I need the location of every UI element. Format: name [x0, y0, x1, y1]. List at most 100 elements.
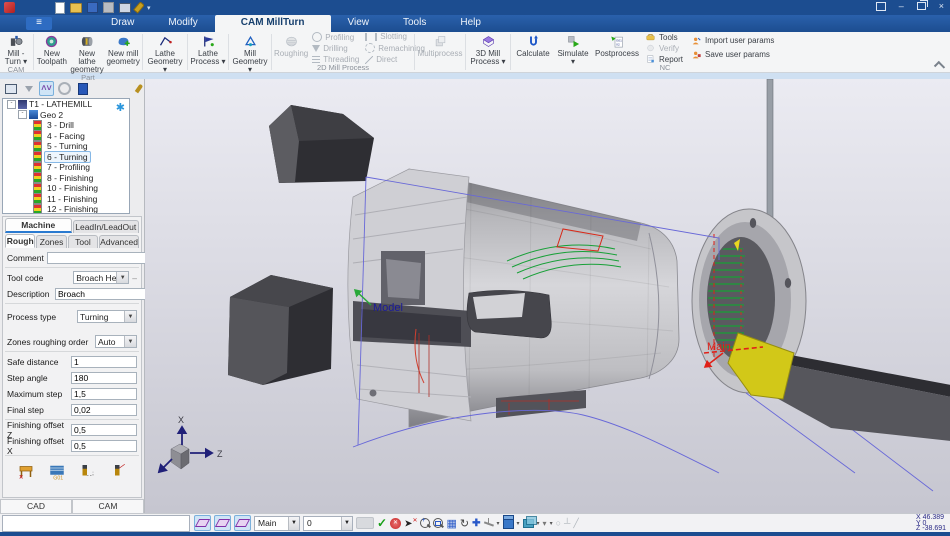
chevron-down-icon[interactable]: ▼: [288, 517, 299, 530]
roughing-button[interactable]: Roughing: [273, 32, 309, 64]
menu-tab-cam-millturn[interactable]: CAM MillTurn: [215, 15, 331, 32]
lathe-process-button[interactable]: Lathe Process ▾: [189, 32, 227, 66]
save-user-params-button[interactable]: Save user params: [691, 50, 774, 60]
shading-dropdown-icon[interactable]: ▾: [517, 520, 520, 527]
tab-zones[interactable]: Zones: [36, 235, 66, 248]
verify-button[interactable]: Verify: [645, 43, 683, 53]
zoom-in-icon[interactable]: [420, 518, 430, 528]
new-toolpath-button[interactable]: New Toolpath: [35, 32, 69, 74]
iso-view-dropdown-icon[interactable]: ▾: [497, 520, 500, 527]
pin-icon[interactable]: [133, 1, 145, 13]
tab-advanced[interactable]: Advanced: [99, 235, 139, 248]
cancel-stop-icon[interactable]: ✕: [390, 518, 401, 529]
show-toolpath-button[interactable]: ˄˅: [39, 81, 54, 96]
new-document-icon[interactable]: [55, 2, 65, 14]
process-type-combo[interactable]: Turning▼: [77, 310, 137, 323]
menu-tab-draw[interactable]: Draw: [94, 15, 151, 32]
chevron-down-icon[interactable]: ▼: [124, 336, 136, 347]
plane-select-combo[interactable]: Main▼: [254, 516, 300, 531]
ribbon-collapse-icon[interactable]: [934, 61, 945, 72]
capture-view-icon[interactable]: [119, 3, 131, 13]
step-angle-input[interactable]: [71, 372, 137, 384]
tab-cad[interactable]: CAD: [0, 499, 72, 513]
tab-leadin-leadout[interactable]: LeadIn/LeadOut: [73, 220, 140, 233]
tab-machine[interactable]: Machine: [5, 218, 72, 233]
safe-distance-input[interactable]: [71, 356, 137, 368]
tab-cam[interactable]: CAM: [72, 499, 144, 513]
close-button[interactable]: ×: [939, 1, 944, 11]
open-folder-icon[interactable]: [70, 3, 82, 13]
report-view-button[interactable]: [75, 81, 90, 96]
tree-op-row[interactable]: 12 - Finishing: [3, 204, 129, 214]
work-plane-toggle-2[interactable]: [214, 515, 231, 531]
calculate-button[interactable]: Calculate: [512, 32, 554, 63]
tree-star-icon[interactable]: ✱: [116, 101, 125, 114]
drilling-button[interactable]: Drilling: [312, 44, 359, 53]
window-help-icon[interactable]: [876, 2, 886, 11]
lathe-geometry-button[interactable]: Lathe Geometry ▾: [144, 32, 186, 74]
rotate-view-icon[interactable]: ↻: [460, 517, 469, 530]
menu-tab-tools[interactable]: Tools: [386, 15, 443, 32]
import-user-params-button[interactable]: Import user params: [691, 36, 774, 46]
filter-button[interactable]: [21, 81, 36, 96]
qat-more-dropdown-icon[interactable]: ▾: [147, 4, 151, 12]
menu-tab-modify[interactable]: Modify: [151, 15, 214, 32]
deselect-cursor-icon[interactable]: ➤✕: [404, 517, 417, 529]
tree-settings-button[interactable]: [57, 81, 72, 96]
maximum-step-input[interactable]: [71, 388, 137, 400]
final-step-input[interactable]: [71, 404, 137, 416]
gcode-table-icon[interactable]: G01: [47, 462, 67, 480]
zoom-fit-icon[interactable]: ▦: [446, 517, 456, 530]
multiprocess-button[interactable]: Multiprocess: [416, 32, 464, 63]
tree-op-row[interactable]: 5 - Turning: [3, 141, 129, 152]
save-as-icon[interactable]: [103, 2, 114, 13]
chevron-down-icon[interactable]: ▼: [116, 272, 128, 283]
show-machine-button[interactable]: [3, 81, 18, 96]
collapse-expander-icon[interactable]: -: [18, 110, 27, 119]
machine-table-icon[interactable]: x: [16, 462, 36, 480]
chevron-down-icon[interactable]: ▼: [341, 517, 352, 530]
mill-geometry-button[interactable]: Mill Geometry ▾: [230, 32, 270, 74]
chevron-down-icon[interactable]: ▼: [124, 311, 136, 322]
zoom-window-icon[interactable]: [433, 518, 443, 528]
3d-mill-process-button[interactable]: 3D Mill Process ▾: [467, 32, 509, 66]
collapse-expander-icon[interactable]: -: [7, 100, 16, 109]
pan-view-icon[interactable]: ✚: [472, 518, 480, 529]
mill-turn-button[interactable]: Mill - Turn ▾: [0, 32, 32, 66]
profiling-button[interactable]: Profiling: [312, 32, 359, 42]
finishing-offset-z-input[interactable]: [71, 424, 137, 436]
save-icon[interactable]: [87, 2, 98, 13]
tab-tool[interactable]: Tool: [68, 235, 98, 248]
boring-bar-icon[interactable]: [77, 462, 97, 480]
tab-rough[interactable]: Rough: [5, 234, 35, 248]
layers-icon[interactable]: [523, 519, 534, 528]
more-views-dropdown-icon[interactable]: ▾: [550, 520, 553, 527]
restore-button[interactable]: [917, 2, 926, 10]
finishing-offset-x-input[interactable]: [71, 440, 137, 452]
new-mill-geometry-button[interactable]: New mill geometry: [105, 32, 141, 74]
shading-cube-icon[interactable]: [503, 518, 514, 529]
new-lathe-geometry-button[interactable]: New lathe geometry: [69, 32, 106, 74]
autohide-pin-icon[interactable]: [135, 84, 143, 94]
menu-tab-view[interactable]: View: [331, 15, 387, 32]
accept-check-icon[interactable]: ✓: [377, 516, 387, 530]
command-input[interactable]: [2, 515, 190, 532]
tools-button[interactable]: Tools: [645, 32, 683, 42]
tool-code-combo[interactable]: Broach He▼: [73, 271, 129, 284]
boring-bar-angle-icon[interactable]: [108, 462, 128, 480]
more-views-chevron-icon[interactable]: ▾: [543, 519, 547, 528]
app-menu-button[interactable]: ≡: [26, 17, 52, 30]
minimize-button[interactable]: –: [899, 1, 904, 11]
layers-dropdown-icon[interactable]: ▾: [537, 520, 540, 527]
iso-view-icon[interactable]: [484, 518, 494, 528]
tree-root-row[interactable]: - T1 - LATHEMILL: [3, 99, 129, 110]
chuck-jaw-bottom[interactable]: [228, 275, 333, 385]
zones-roughing-order-combo[interactable]: Auto▼: [95, 335, 137, 348]
3d-viewport[interactable]: Model Main X Z: [145, 79, 950, 513]
level-select-combo[interactable]: 0▼: [303, 516, 353, 531]
postprocess-button[interactable]: G01X2 Postprocess: [592, 32, 642, 63]
work-plane-toggle-1[interactable]: [194, 515, 211, 531]
menu-tab-help[interactable]: Help: [443, 15, 498, 32]
work-plane-toggle-3[interactable]: [234, 515, 251, 531]
simulate-button[interactable]: Simulate ▾: [554, 32, 592, 66]
